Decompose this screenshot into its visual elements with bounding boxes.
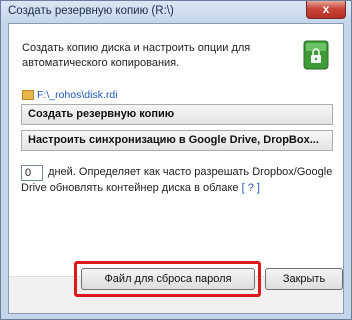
create-backup-button[interactable]: Создать резервную копию [21, 104, 333, 125]
description-text: Создать копию диска и настроить опции дл… [22, 42, 251, 69]
close-icon: x [322, 2, 330, 16]
folder-icon [22, 89, 34, 100]
help-link[interactable]: [ ? ] [242, 182, 260, 194]
green-lock-drive-icon [303, 40, 329, 70]
password-reset-file-button[interactable]: Файл для сброса пароля [81, 268, 255, 290]
days-input[interactable]: 0 [21, 165, 43, 181]
sync-settings-button[interactable]: Настроить синхронизацию в Google Drive, … [21, 130, 333, 151]
title-bar[interactable]: Создать резервную копию (R:\) x [1, 1, 351, 23]
close-button[interactable]: Закрыть [265, 268, 343, 290]
window-close-button[interactable]: x [306, 1, 346, 19]
disk-path: F:\_rohos\disk.rdi [37, 88, 118, 101]
dialog-window: Создать резервную копию (R:\) x Создать … [0, 0, 352, 320]
days-setting: 0 дней. Определяет как часто разрешать D… [21, 165, 339, 196]
days-description: дней. Определяет как часто разрешать Dro… [21, 166, 333, 194]
window-title: Создать резервную копию (R:\) [8, 5, 174, 17]
disk-path-link[interactable]: F:\_rohos\disk.rdi [22, 86, 118, 101]
